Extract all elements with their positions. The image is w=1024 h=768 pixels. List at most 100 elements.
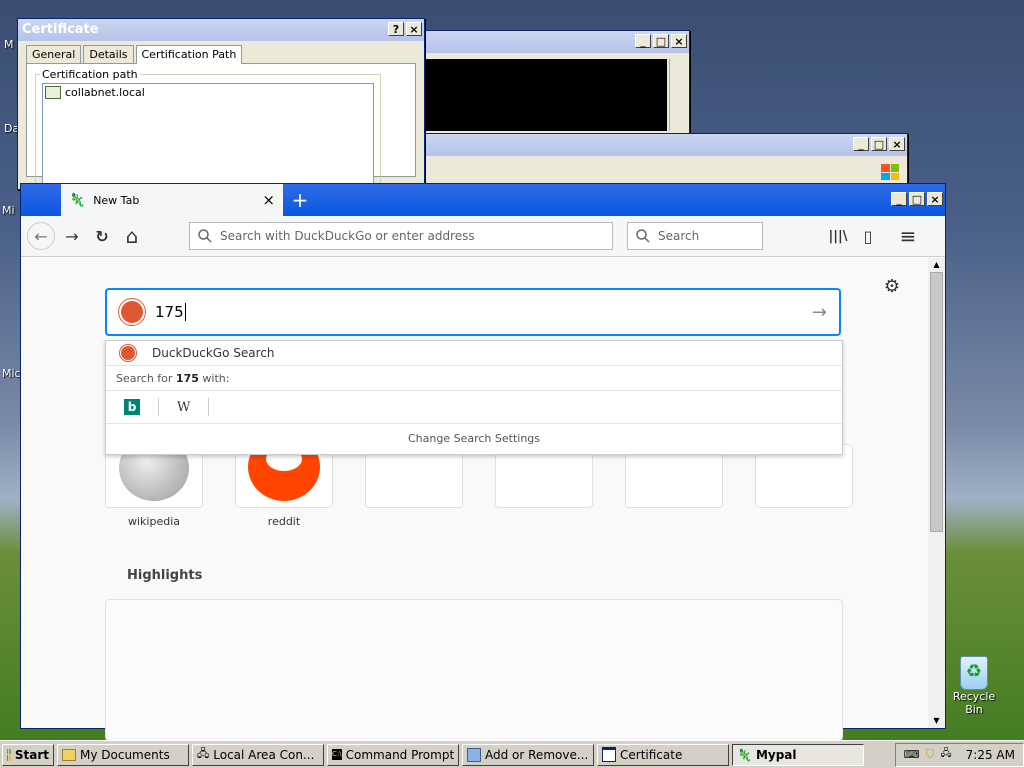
console-scrollbar[interactable]: [669, 59, 686, 131]
new-tab-page: ⚙ wikipedia reddit Highlights 175 → Duck…: [21, 258, 928, 741]
taskbar-label: Certificate: [620, 747, 683, 762]
highlights-panel: [105, 599, 843, 741]
shield-icon[interactable]: ⛉: [926, 747, 935, 762]
suggestion-duckduckgo[interactable]: DuckDuckGo Search: [106, 341, 842, 366]
taskbar-label: Command Prompt: [345, 747, 455, 762]
taskbar-add-remove[interactable]: Add or Remove...: [462, 743, 594, 766]
search-query[interactable]: 175: [155, 303, 186, 321]
tab-new-tab[interactable]: 🦎 New Tab ×: [61, 184, 283, 216]
nav-toolbar: ← → ↻ ⌂ Search with DuckDuckGo or enter …: [21, 216, 945, 257]
certificate-titlebar[interactable]: Certificate ? ×: [18, 19, 424, 41]
new-tab-button[interactable]: +: [283, 184, 317, 216]
maximize-button[interactable]: □: [653, 34, 669, 48]
recycle-bin-label: Recycle Bin: [952, 690, 996, 716]
close-button[interactable]: ×: [927, 192, 943, 206]
taskbar-label: Add or Remove...: [485, 747, 589, 762]
maximize-button[interactable]: □: [871, 137, 887, 151]
back-button[interactable]: ←: [27, 222, 55, 250]
settings-gear-icon[interactable]: ⚙: [884, 276, 900, 297]
maximize-button[interactable]: □: [909, 192, 925, 206]
minimize-button[interactable]: _: [635, 34, 651, 48]
scroll-down-icon[interactable]: ▼: [928, 714, 945, 728]
tab-details[interactable]: Details: [83, 45, 134, 63]
recycle-bin-icon: ♻: [960, 656, 988, 690]
home-button[interactable]: ⌂: [119, 223, 145, 249]
network-icon: 🖧: [197, 747, 210, 760]
command-prompt-titlebar[interactable]: _ □ ×: [381, 31, 689, 53]
taskbar-mypal[interactable]: 🦎 Mypal: [732, 743, 864, 766]
sidebar-button[interactable]: ▯: [855, 223, 881, 249]
search-box[interactable]: 175 →: [105, 288, 841, 336]
desktop-icon-label[interactable]: Mi: [2, 204, 15, 217]
tab-close-icon[interactable]: ×: [262, 191, 275, 209]
close-button[interactable]: ×: [406, 22, 422, 36]
search-for-prefix: Search for: [116, 371, 176, 385]
taskbar-certificate[interactable]: Certificate: [597, 743, 729, 766]
desktop-icon-label[interactable]: Mic: [2, 367, 21, 380]
scroll-up-icon[interactable]: ▲: [928, 258, 945, 272]
tab-general[interactable]: General: [26, 45, 82, 63]
top-site-label: reddit: [267, 515, 301, 528]
tab-certification-path[interactable]: Certification Path: [135, 45, 243, 64]
highlights-heading: Highlights: [127, 568, 203, 583]
minimize-button[interactable]: _: [891, 192, 907, 206]
tab-panel: Certification path collabnet.local: [26, 63, 416, 190]
reload-button[interactable]: ↻: [89, 223, 115, 249]
folder-icon: [62, 748, 76, 761]
mypal-icon: 🦎: [69, 192, 86, 208]
minimize-button[interactable]: _: [853, 137, 869, 151]
taskbar: Start My Documents 🖧 Local Area Con... C…: [0, 740, 1024, 768]
close-button[interactable]: ×: [889, 137, 905, 151]
menu-button[interactable]: ≡: [895, 223, 921, 249]
certificate-dialog[interactable]: Certificate ? × General Details Certific…: [17, 18, 425, 190]
search-for-row: Search for 175 with:: [106, 366, 842, 391]
duckduckgo-icon: [119, 299, 145, 325]
start-label: Start: [14, 747, 49, 762]
clock[interactable]: 7:25 AM: [966, 748, 1015, 762]
keyboard-icon[interactable]: ⌨: [904, 748, 920, 761]
search-for-term: 175: [175, 371, 199, 385]
search-bar[interactable]: Search: [627, 222, 763, 250]
system-tray: ⌨ ⛉ 🖧 7:25 AM: [894, 742, 1024, 767]
taskbar-command-prompt[interactable]: C:\ Command Prompt: [327, 743, 459, 766]
duckduckgo-icon: [120, 345, 136, 361]
library-button[interactable]: |||\: [825, 223, 851, 249]
top-site-label: wikipedia: [127, 515, 180, 528]
change-search-settings[interactable]: Change Search Settings: [106, 424, 842, 454]
desktop-icon-label[interactable]: M: [4, 38, 14, 51]
one-off-engines: b W: [106, 391, 842, 424]
tab-bar[interactable]: 🦎 New Tab × + _ □ ×: [21, 184, 945, 216]
go-arrow-icon[interactable]: →: [812, 302, 827, 323]
taskbar-local-area-connection[interactable]: 🖧 Local Area Con...: [192, 743, 324, 766]
separator: [208, 398, 210, 416]
address-bar[interactable]: Search with DuckDuckGo or enter address: [189, 222, 613, 250]
browser-window[interactable]: 🦎 New Tab × + _ □ × ← → ↻ ⌂ Search with …: [20, 183, 946, 741]
mypal-icon: 🦎: [737, 747, 752, 762]
add-remove-icon: [467, 747, 481, 762]
certificate-title: Certificate: [22, 22, 99, 37]
search-icon: [636, 229, 650, 243]
search-for-suffix: with:: [198, 371, 230, 385]
forward-button[interactable]: →: [59, 223, 85, 249]
network-status-icon[interactable]: 🖧: [941, 746, 952, 763]
scroll-thumb[interactable]: [930, 272, 943, 532]
window-icon: [602, 747, 616, 762]
vertical-scrollbar[interactable]: ▲ ▼: [928, 258, 945, 728]
taskbar-my-documents[interactable]: My Documents: [57, 743, 189, 766]
certification-path-group: Certification path collabnet.local: [35, 68, 381, 190]
certificate-tabs: General Details Certification Path: [18, 41, 424, 64]
start-button[interactable]: Start: [2, 743, 54, 766]
address-bar-placeholder: Search with DuckDuckGo or enter address: [220, 229, 475, 243]
search-suggestions: DuckDuckGo Search Search for 175 with: b…: [105, 340, 843, 455]
recycle-bin[interactable]: ♻ Recycle Bin: [944, 656, 1004, 716]
path-item[interactable]: collabnet.local: [43, 84, 373, 101]
wikipedia-icon[interactable]: W: [177, 400, 190, 415]
close-button[interactable]: ×: [671, 34, 687, 48]
background-window-titlebar[interactable]: _ □ ×: [381, 134, 907, 156]
tab-title: New Tab: [93, 193, 140, 207]
console-icon: C:\: [332, 749, 342, 760]
help-button[interactable]: ?: [388, 22, 404, 36]
certification-path-label: Certification path: [42, 68, 138, 81]
certification-path-tree[interactable]: collabnet.local: [42, 83, 374, 185]
bing-icon[interactable]: b: [124, 399, 140, 415]
